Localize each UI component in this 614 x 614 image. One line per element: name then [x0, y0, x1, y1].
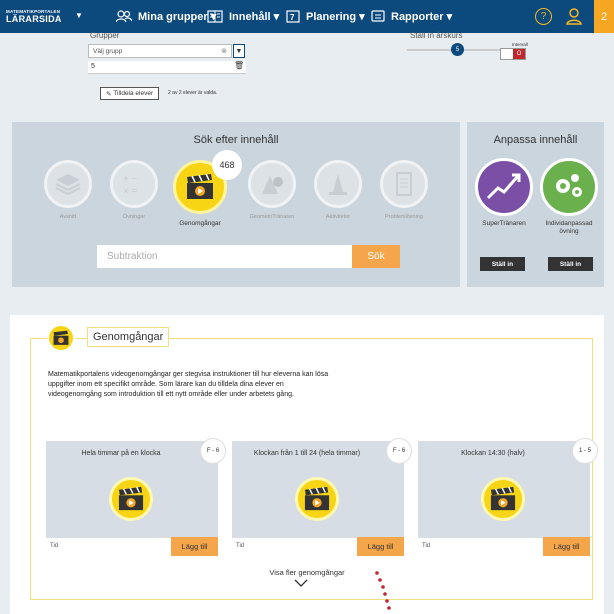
category-ovningar[interactable]: + − × = Övningar	[104, 160, 164, 220]
document-icon	[396, 172, 412, 196]
grade-badge: F - 6	[386, 438, 412, 464]
pencil-icon: ✎	[106, 90, 114, 98]
video-card[interactable]: Klockan 14:30 (halv) 1 - 5 Tid Lägg till	[418, 438, 598, 556]
grade-badge: 1 - 5	[572, 438, 598, 464]
assign-students-label: Tilldela elever	[113, 90, 154, 97]
duration-label: Tid	[50, 543, 59, 549]
video-card[interactable]: Klockan från 1 till 24 (hela timmar) F -…	[232, 438, 412, 556]
show-more-link[interactable]: Visa fler genomgångar	[0, 568, 614, 577]
result-count-badge: 468	[212, 150, 242, 180]
trash-icon[interactable]: 🗑	[234, 61, 244, 70]
chevron-down-icon[interactable]	[294, 579, 308, 588]
report-icon	[371, 10, 385, 22]
gears-icon	[556, 174, 582, 197]
search-button[interactable]: Sök	[352, 245, 400, 268]
selected-count-text: 2 av 2 elever är valda.	[168, 90, 218, 96]
clapperboard-icon	[109, 477, 153, 521]
video-title: Klockan 14:30 (halv)	[461, 450, 525, 457]
selected-group-value: 5	[91, 63, 95, 70]
video-footer: Tid Lägg till	[46, 537, 218, 556]
category-label: Genomgångar	[179, 220, 221, 227]
group-dropdown-button[interactable]: ▼	[233, 44, 245, 58]
add-video-button[interactable]: Lägg till	[357, 537, 404, 556]
duration-label: Tid	[236, 543, 245, 549]
duration-label: Tid	[422, 543, 431, 549]
add-video-button[interactable]: Lägg till	[171, 537, 218, 556]
search-input[interactable]: Subtraktion	[97, 245, 352, 268]
nav-mina-grupper[interactable]: Mina grupper ▾	[116, 0, 216, 33]
svg-text:+ −: + −	[123, 174, 138, 185]
nav-innehall[interactable]: Innehåll ▾	[207, 0, 279, 33]
notification-badge[interactable]: 2	[594, 0, 614, 33]
group-select[interactable]: Välj grupp ⊗	[88, 44, 232, 58]
cone-icon	[329, 174, 347, 195]
svg-text:7: 7	[290, 13, 295, 22]
help-icon[interactable]: ?	[535, 8, 552, 25]
search-title: Sök efter innehåll	[193, 134, 279, 146]
video-title: Hela timmar på en klocka	[81, 450, 161, 457]
nav-label: Mina grupper	[138, 10, 208, 23]
book-icon	[207, 10, 223, 23]
clear-icon[interactable]: ⊗	[221, 47, 227, 55]
clapperboard-icon	[481, 477, 525, 521]
grupper-label: Grupper	[90, 31, 120, 40]
nav-label: Rapporter	[391, 10, 444, 23]
svg-text:× =: × =	[123, 186, 138, 197]
interval-toggle[interactable]: O	[500, 48, 526, 60]
category-label: Avsnitt	[59, 214, 77, 220]
add-video-button[interactable]: Lägg till	[543, 537, 590, 556]
video-title: Klockan från 1 till 24 (hela timmar)	[253, 450, 361, 457]
clapperboard-icon	[47, 324, 75, 352]
supertranaren-item[interactable]: SuperTränaren	[471, 158, 537, 228]
adapt-content-card: Anpassa innehåll SuperTränaren Individan…	[467, 122, 604, 287]
category-problemlosning[interactable]: Problemlösning	[374, 160, 434, 220]
category-label: Aktiviteter	[325, 214, 351, 220]
grade-slider-handle[interactable]: 5	[451, 43, 464, 56]
user-icon[interactable]	[566, 7, 582, 30]
nav-rapporter[interactable]: Rapporter ▾	[371, 0, 452, 33]
category-aktiviteter[interactable]: Aktiviteter	[308, 160, 368, 220]
video-card[interactable]: Hela timmar på en klocka F - 6 Tid Lägg …	[46, 438, 226, 556]
adapt-item-label: Individanpassad övning	[545, 220, 593, 235]
genomgangar-description: Matematikportalens videogenomgångar ger …	[48, 371, 329, 398]
calendar-icon: 7	[286, 10, 300, 23]
clapperboard-icon	[187, 173, 213, 199]
video-footer: Tid Lägg till	[232, 537, 404, 556]
assign-students-button[interactable]: ✎ Tilldela elever	[100, 87, 160, 100]
category-avsnitt[interactable]: Avsnitt	[38, 160, 98, 220]
top-nav-bar: MATEMATIKPORTALEN LÄRARSIDA ▼ Mina grupp…	[0, 0, 614, 33]
layers-icon	[55, 174, 81, 196]
geometry-icon	[262, 176, 283, 194]
configure-individanpassad-button[interactable]: Ställ in	[548, 257, 593, 271]
math-symbols-icon: + −× =	[123, 174, 138, 197]
adapt-item-label: SuperTränaren	[482, 220, 526, 227]
video-footer: Tid Lägg till	[418, 537, 590, 556]
category-label: Problemlösning	[385, 214, 423, 220]
adapt-title: Anpassa innehåll	[493, 134, 578, 146]
genomgangar-title: Genomgångar	[87, 327, 170, 347]
individanpassad-item[interactable]: Individanpassad övning	[536, 158, 602, 236]
brand-caret-icon[interactable]: ▼	[75, 11, 83, 20]
configure-supertranaren-button[interactable]: Ställ in	[480, 257, 525, 271]
grade-badge: F - 6	[200, 438, 226, 464]
dotted-path-decoration	[375, 571, 391, 610]
category-label: Övningar	[122, 214, 146, 220]
nav-planering[interactable]: 7 Planering ▾	[286, 0, 365, 33]
interval-label: Intervall	[512, 42, 528, 47]
group-icon	[116, 10, 132, 23]
selected-group-row: 5	[88, 61, 246, 74]
category-label: GeometriTränaren	[249, 214, 295, 220]
section-gap	[0, 297, 614, 315]
search-content-card: Sök efter innehåll Avsnitt + − × = Övning…	[12, 122, 460, 287]
group-select-placeholder: Välj grupp	[93, 48, 123, 55]
category-geometritranaren[interactable]: GeometriTränaren	[242, 160, 302, 220]
toggle-state: O	[513, 49, 525, 59]
trend-chart-icon	[486, 173, 521, 200]
arskurs-label: Ställ in årskurs	[410, 31, 463, 40]
clapperboard-icon	[295, 477, 339, 521]
nav-label: Innehåll	[229, 10, 271, 23]
nav-label: Planering	[306, 10, 357, 23]
